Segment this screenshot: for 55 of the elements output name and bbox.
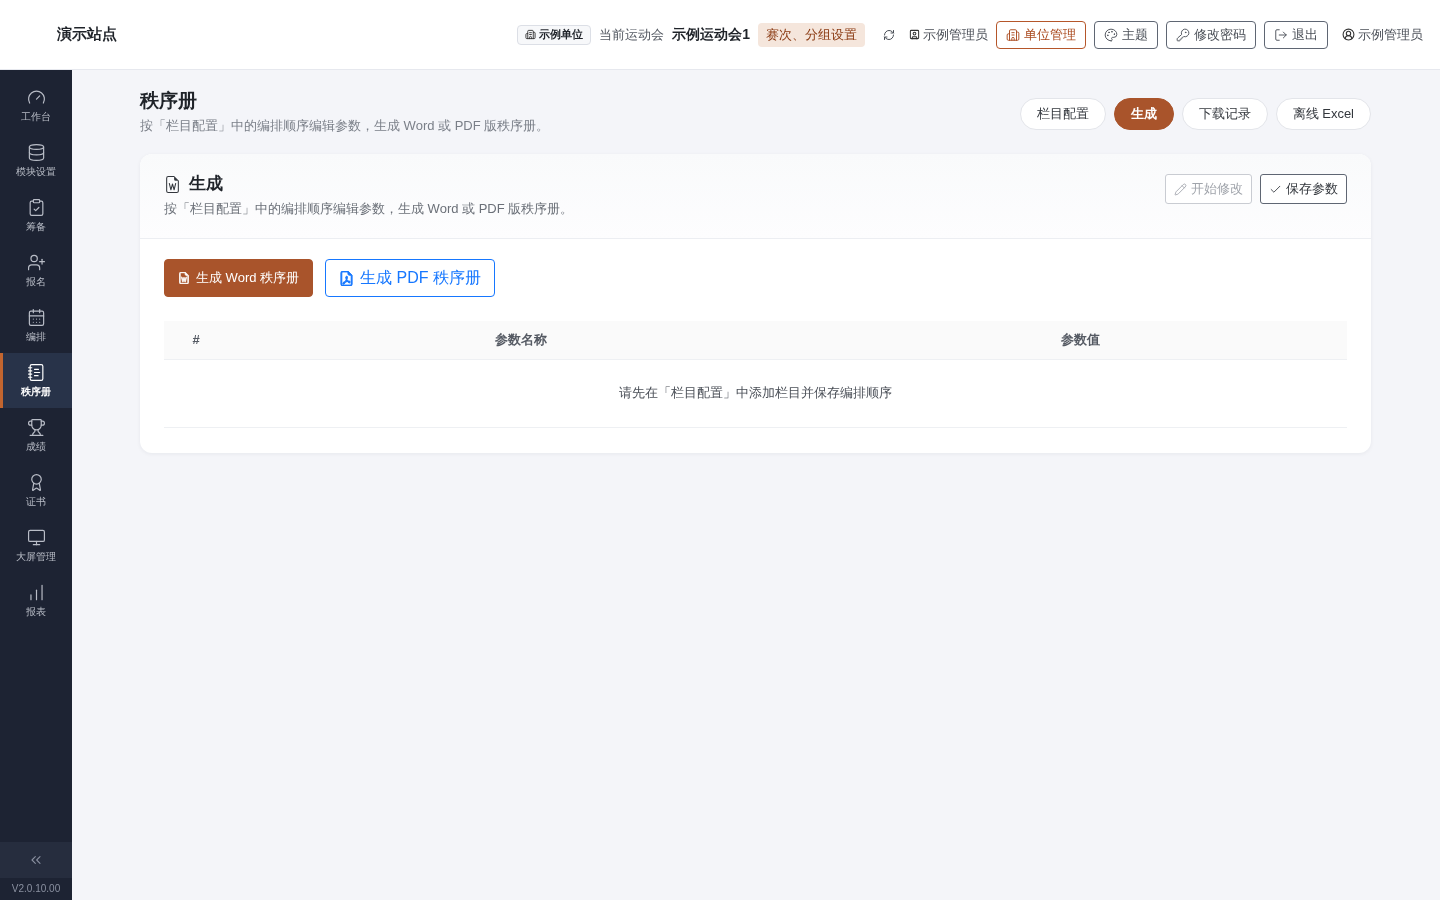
nav-item[interactable]: 模块设置: [0, 133, 72, 188]
page-subtitle: 按「栏目配置」中的编排顺序编辑参数，生成 Word 或 PDF 版秩序册。: [140, 117, 550, 135]
column-header: 参数名称: [228, 321, 814, 359]
column-header: 参数值: [814, 321, 1347, 359]
logout-icon: [1274, 27, 1288, 42]
user-badge-icon: [909, 29, 920, 40]
generate-button[interactable]: 生成 PDF 秩序册: [325, 259, 495, 297]
nav-item[interactable]: 筹备: [0, 188, 72, 243]
pencil-icon: [1174, 182, 1187, 196]
palette-icon: [1104, 27, 1118, 42]
nav-item[interactable]: 证书: [0, 463, 72, 518]
building-icon: [525, 29, 537, 40]
pdf-file-icon: [339, 270, 355, 286]
nav-item[interactable]: 成绩: [0, 408, 72, 463]
meet-label: 当前运动会: [599, 25, 665, 44]
tab[interactable]: 生成: [1113, 98, 1174, 130]
monitor-icon: [26, 527, 46, 547]
version-text: V2.0.10.00: [10, 882, 62, 896]
key-icon: [1176, 27, 1190, 42]
tab[interactable]: 栏目配置: [1019, 98, 1106, 130]
meet-settings-tag[interactable]: 赛次、分组设置: [758, 22, 865, 47]
user-avatar-icon[interactable]: [1342, 28, 1355, 41]
action-button[interactable]: 保存参数: [1260, 174, 1347, 204]
nav-item[interactable]: 工作台: [0, 78, 72, 133]
word-file-icon: [164, 175, 181, 193]
unit-name: 示例单位: [539, 27, 584, 42]
building-icon: [1006, 27, 1020, 42]
database-icon: [26, 142, 46, 162]
generate-button[interactable]: 生成 Word 秩序册: [164, 259, 314, 297]
page-title: 秩序册: [140, 89, 198, 113]
role-name: 示例管理员: [923, 25, 988, 44]
meet-name: 示例运动会1: [672, 25, 750, 44]
nav-item[interactable]: 报名: [0, 243, 72, 298]
user-plus-icon: [26, 252, 46, 272]
header-button[interactable]: 单位管理: [996, 20, 1086, 49]
trophy-icon: [26, 417, 46, 437]
card-title: 生成: [189, 173, 223, 195]
empty-message: 请先在「栏目配置」中添加栏目并保存编排顺序: [164, 359, 1347, 427]
site-name: 演示站点: [57, 25, 117, 44]
card-subtitle: 按「栏目配置」中的编排顺序编辑参数，生成 Word 或 PDF 版秩序册。: [164, 200, 574, 218]
nav-item[interactable]: 秩序册: [0, 353, 72, 408]
nav-item[interactable]: 编排: [0, 298, 72, 353]
notebook-icon: [26, 362, 46, 382]
nav-item[interactable]: 大屏管理: [0, 518, 72, 573]
nav-item[interactable]: 报表: [0, 573, 72, 628]
header-button[interactable]: 修改密码: [1166, 20, 1256, 49]
word-file-icon: [178, 272, 190, 284]
user-name: 示例管理员: [1358, 25, 1423, 44]
tab[interactable]: 下载记录: [1181, 98, 1268, 130]
column-header: #: [164, 321, 228, 359]
calendar-icon: [26, 307, 46, 327]
tab[interactable]: 离线 Excel: [1275, 98, 1371, 130]
refresh-icon[interactable]: [883, 28, 895, 41]
header-button[interactable]: 退出: [1264, 20, 1328, 49]
header-button[interactable]: 主题: [1094, 20, 1158, 49]
